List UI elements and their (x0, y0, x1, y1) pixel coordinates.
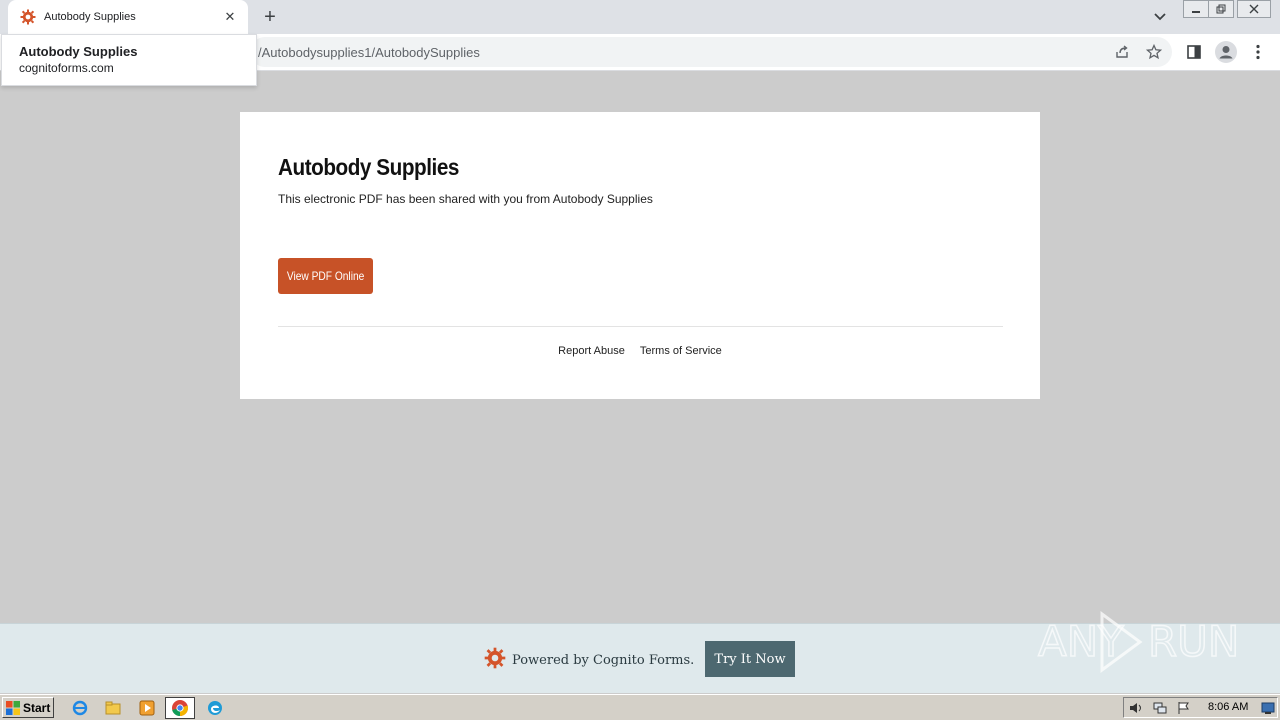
flag-icon[interactable] (1176, 700, 1192, 716)
page-title: Autobody Supplies (278, 154, 459, 180)
file-explorer-icon[interactable] (104, 699, 122, 717)
share-card: Autobody Supplies This electronic PDF ha… (240, 112, 1040, 399)
volume-icon[interactable] (1128, 700, 1144, 716)
tab-strip: Autobody Supplies ✕ + (0, 0, 1280, 34)
report-abuse-link[interactable]: Report Abuse (558, 345, 625, 357)
tab-title: Autobody Supplies (44, 11, 136, 23)
restore-button[interactable] (1208, 0, 1234, 18)
address-bar[interactable]: /Autobodysupplies1/AutobodySupplies (250, 37, 1172, 67)
hover-card-domain: cognitoforms.com (19, 61, 114, 75)
view-pdf-button[interactable]: View PDF Online (278, 258, 373, 294)
clock: 8:06 AM (1208, 701, 1249, 713)
view-pdf-label: View PDF Online (286, 269, 365, 283)
share-description: This electronic PDF has been shared with… (278, 192, 653, 206)
cognito-gear-icon (20, 9, 36, 25)
system-tray: 8:06 AM (1123, 697, 1278, 718)
start-button[interactable]: Start (2, 697, 54, 718)
powered-by-brand: Powered by Cognito Forms. (484, 647, 694, 674)
profile-icon[interactable] (1214, 40, 1238, 64)
anyrun-watermark: ANY RUN (1036, 608, 1240, 678)
close-icon[interactable]: ✕ (222, 9, 238, 25)
window-close-button[interactable] (1237, 0, 1271, 18)
hover-card-title: Autobody Supplies (19, 44, 138, 59)
share-icon[interactable] (1112, 42, 1132, 62)
svg-text:RUN: RUN (1148, 617, 1236, 666)
browser-tab[interactable]: Autobody Supplies ✕ (8, 0, 248, 34)
minimize-button[interactable] (1183, 0, 1209, 18)
media-player-icon[interactable] (138, 699, 156, 717)
address-bar-url: /Autobodysupplies1/AutobodySupplies (258, 45, 480, 60)
show-desktop-icon[interactable] (1260, 700, 1276, 716)
terms-of-service-link[interactable]: Terms of Service (640, 345, 722, 357)
svg-text:ANY: ANY (1038, 617, 1124, 666)
network-icon[interactable] (1152, 700, 1168, 716)
edge-icon[interactable] (206, 699, 224, 717)
divider (278, 326, 1003, 327)
side-panel-icon[interactable] (1184, 42, 1204, 62)
star-icon[interactable] (1144, 42, 1164, 62)
windows-logo-icon (6, 700, 20, 715)
chrome-taskbar-icon[interactable] (165, 697, 195, 719)
footer-links: Report Abuse Terms of Service (240, 345, 1040, 357)
chevron-down-icon[interactable] (1150, 7, 1170, 27)
taskbar: Start 8:06 AM (0, 694, 1280, 720)
start-label: Start (23, 700, 51, 715)
plus-icon[interactable]: + (258, 5, 282, 29)
powered-by-text: Powered by Cognito Forms. (512, 653, 695, 668)
internet-explorer-icon[interactable] (71, 699, 89, 717)
tab-hover-card: Autobody Supplies cognitoforms.com (1, 34, 257, 86)
try-it-now-button[interactable]: Try It Now (705, 641, 795, 677)
cognito-gear-icon (484, 647, 506, 674)
kebab-menu-icon[interactable] (1248, 42, 1268, 62)
